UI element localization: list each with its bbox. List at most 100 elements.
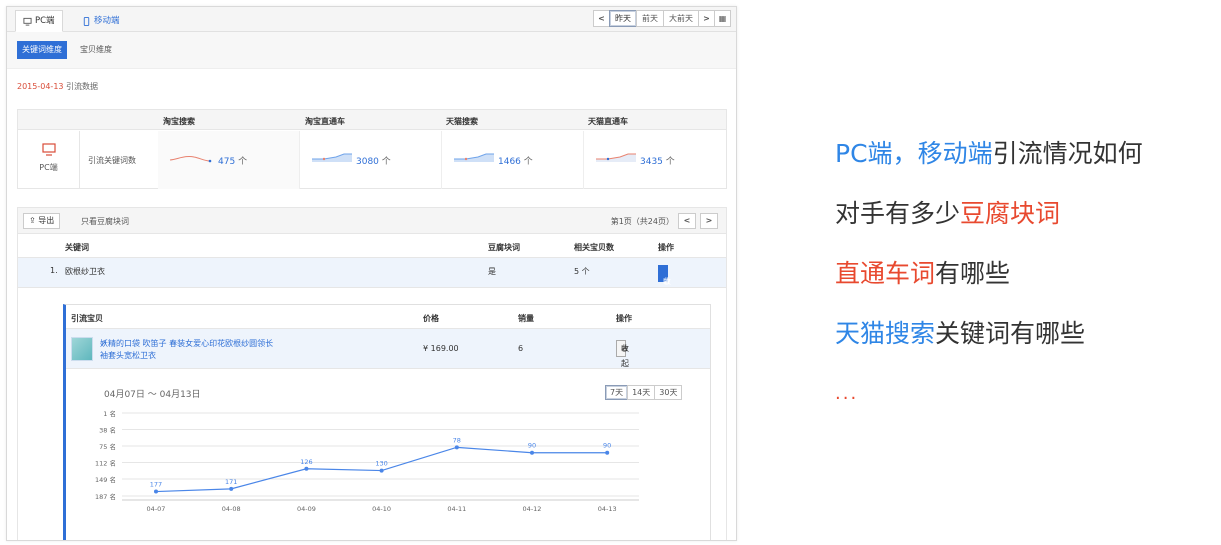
collapse-button[interactable]: ⊟ 收起: [658, 265, 671, 303]
range-14d-button[interactable]: 14天: [627, 385, 656, 400]
col-keyword: 关键词: [65, 243, 89, 252]
x-tick-label: 04-10: [372, 505, 391, 513]
y-tick-label: 149 名: [95, 475, 116, 484]
item-thumbnail[interactable]: [71, 337, 93, 361]
top-bar: PC端 移动端 < 昨天 前天 大前天 > ▦: [7, 7, 736, 32]
keyword-table-header: 关键词 豆腐块词 相关宝贝数 操作: [18, 234, 726, 258]
prev-day-button[interactable]: <: [593, 10, 610, 27]
date-range: 04月07日 ～ 04月13日: [104, 390, 201, 400]
y-tick-label: 112 名: [95, 459, 116, 468]
row-index: 1.: [50, 266, 58, 275]
yesterday-button[interactable]: 昨天: [609, 10, 637, 27]
data-label: 126: [300, 458, 312, 466]
device-cell: PC端: [18, 131, 80, 189]
export-button[interactable]: ⇪ 导出: [23, 213, 61, 229]
metric-tmall-ztc[interactable]: 3435 个: [584, 131, 727, 189]
value-unit: 个: [381, 157, 391, 167]
data-label: 171: [225, 478, 237, 486]
range-30d-button[interactable]: 30天: [654, 385, 683, 400]
row-count: 5 个: [574, 267, 590, 276]
y-tick-label: 38 名: [99, 426, 116, 435]
data-label: 130: [375, 460, 387, 468]
row-keyword: 欧根纱卫衣: [65, 267, 105, 276]
data-point: [605, 450, 610, 455]
text-tofu: 豆腐块词: [960, 199, 1061, 228]
x-tick-label: 04-11: [447, 505, 466, 513]
y-tick-label: 1 名: [103, 409, 116, 418]
col-sales: 销量: [518, 314, 534, 323]
data-point: [304, 466, 309, 471]
metric-tmall-search[interactable]: 1466 个: [442, 131, 584, 189]
value-unit: 个: [523, 157, 533, 167]
date-value: 2015-04-13: [17, 82, 64, 91]
monitor-icon: [23, 17, 32, 26]
item-sales: 6: [518, 344, 524, 353]
item-dimension-button[interactable]: 宝贝维度: [80, 41, 112, 59]
feature-line-3: 直通车词有哪些: [835, 244, 1143, 304]
feature-line-4: 天猫搜索关键词有哪些: [835, 304, 1143, 364]
data-point: [454, 445, 459, 450]
sparkline: [169, 155, 212, 163]
metric-value: 3435 个: [640, 154, 675, 167]
sparkline: [312, 153, 352, 162]
next-page-button[interactable]: >: [700, 213, 718, 229]
keyword-dimension-button[interactable]: 关键词维度: [17, 41, 67, 59]
text-rivals: 对手有多少: [835, 199, 961, 228]
pager: 第1页（共24页） < >: [611, 213, 718, 229]
data-label: 90: [603, 442, 611, 450]
tab-mobile[interactable]: 移动端: [75, 10, 127, 32]
metric-taobao-ztc[interactable]: 3080 个: [300, 131, 442, 189]
only-tofu-filter[interactable]: 只看豆腐块词: [81, 216, 129, 227]
value-unit: 个: [238, 157, 248, 167]
col-item: 引流宝贝: [71, 314, 103, 323]
text-tmall: 天猫搜索: [835, 319, 936, 348]
value-number: 3435: [640, 157, 663, 167]
feature-line-1: PC端，移动端引流情况如何: [835, 124, 1143, 184]
day-before-button[interactable]: 前天: [636, 10, 664, 27]
summary-body: PC端 引流关键词数 475 个 3080 个 1466 个 3435 个: [18, 131, 727, 189]
collapse-label: 收起: [621, 344, 629, 368]
value-number: 1466: [498, 157, 521, 167]
main-panel: PC端 移动端 < 昨天 前天 大前天 > ▦ 关键词维度 宝贝维度 2015-…: [6, 6, 737, 541]
y-tick-label: 75 名: [99, 442, 116, 451]
x-tick-label: 04-07: [147, 505, 166, 513]
text-ztc: 直通车词: [835, 259, 936, 288]
data-point: [154, 489, 158, 494]
metric-value: 475 个: [218, 154, 247, 167]
calendar-icon[interactable]: ▦: [714, 10, 731, 27]
y-tick-label: 187 名: [95, 492, 116, 501]
keyword-toolbar: ⇪ 导出 只看豆腐块词 第1页（共24页） < >: [18, 208, 726, 234]
date-line: 2015-04-13 引流数据: [17, 81, 98, 92]
row-label: 引流关键词数: [88, 156, 136, 165]
monitor-icon: [41, 143, 56, 156]
tab-pc[interactable]: PC端: [15, 10, 63, 32]
three-days-button[interactable]: 大前天: [663, 10, 699, 27]
tab-mobile-label: 移动端: [94, 15, 120, 26]
summary-table: 淘宝搜索 淘宝直通车 天猫搜索 天猫直通车 PC端 引流关键词数 475 个 3…: [17, 109, 727, 189]
col-tofu: 豆腐块词: [488, 243, 520, 252]
next-day-button[interactable]: >: [698, 10, 715, 27]
header-tmall-ztc: 天猫直通车: [588, 117, 628, 126]
range-7d-button[interactable]: 7天: [605, 385, 629, 400]
feature-list: PC端，移动端引流情况如何 对手有多少豆腐块词 直通车词有哪些 天猫搜索关键词有…: [835, 124, 1143, 424]
keyword-panel: ⇪ 导出 只看豆腐块词 第1页（共24页） < > 关键词 豆腐块词 相关宝贝数…: [17, 207, 727, 540]
prev-page-button[interactable]: <: [678, 213, 696, 229]
value-number: 3080: [356, 157, 379, 167]
col-item-action: 操作: [616, 314, 632, 323]
external-link-icon: ↗: [100, 339, 107, 348]
value-number: 475: [218, 157, 236, 167]
day-selector: < 昨天 前天 大前天 > ▦: [593, 10, 731, 27]
item-collapse-button[interactable]: ⊟ 收起: [616, 340, 629, 368]
detail-header: 引流宝贝 价格 销量 操作: [66, 305, 710, 329]
metric-value: 1466 个: [498, 154, 533, 167]
text-pc: PC端: [835, 139, 893, 168]
rank-line-chart: 1 名 38 名 75 名 112 名 149 名 187 名 177 04-07 171 04-…: [95, 409, 639, 513]
col-action: 操作: [658, 243, 674, 252]
feature-line-2: 对手有多少豆腐块词: [835, 184, 1143, 244]
table-row: 1. 欧根纱卫衣 是 5 个 ⊟ 收起: [18, 258, 726, 303]
page-info: 第1页（共24页）: [610, 216, 674, 226]
x-tick-label: 04-08: [222, 505, 241, 513]
metric-taobao-search[interactable]: 475 个: [158, 131, 300, 189]
dimension-row: 关键词维度 宝贝维度: [7, 32, 736, 69]
date-label: 引流数据: [66, 82, 99, 91]
